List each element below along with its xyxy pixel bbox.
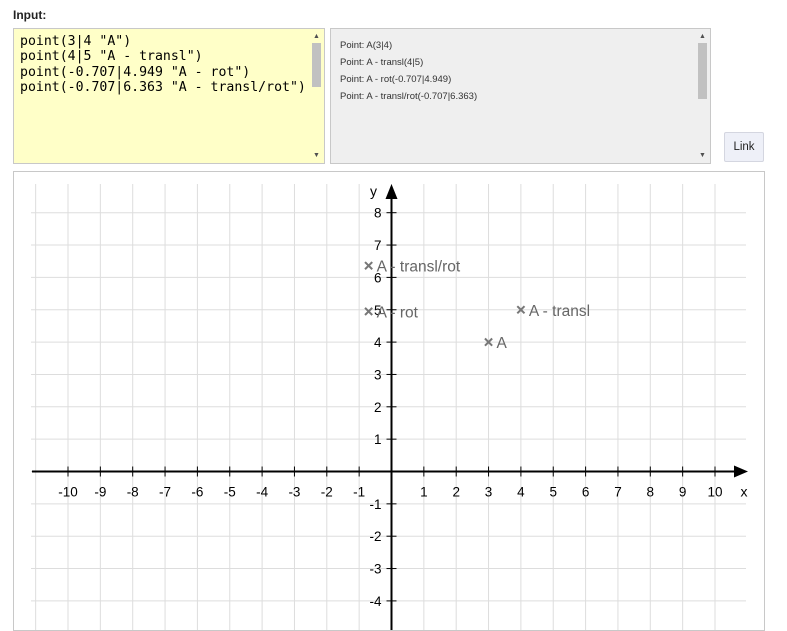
x-tick-label: 6 bbox=[582, 485, 590, 500]
x-tick-label: -10 bbox=[58, 485, 78, 500]
x-tick-label: -2 bbox=[321, 485, 333, 500]
y-tick-label: -1 bbox=[369, 497, 381, 512]
x-tick-label: -6 bbox=[191, 485, 203, 500]
x-axis-label: x bbox=[741, 484, 748, 500]
y-tick-label: -2 bbox=[369, 529, 381, 544]
x-tick-label: -7 bbox=[159, 485, 171, 500]
y-axis-arrow-icon bbox=[385, 184, 398, 199]
x-tick-label: 2 bbox=[452, 485, 460, 500]
point-label: A - transl/rot bbox=[377, 259, 461, 276]
code-line: point(-0.707|6.363 "A - transl/rot") bbox=[20, 79, 306, 95]
output-line: Point: A - transl/rot(-0.707|6.363) bbox=[340, 91, 478, 102]
x-tick-label: 1 bbox=[420, 485, 428, 500]
scroll-down-arrow-icon[interactable]: ▼ bbox=[695, 149, 710, 162]
output-scrollbar[interactable]: ▲ ▼ bbox=[695, 29, 710, 163]
point-marker[interactable] bbox=[364, 307, 373, 316]
y-tick-label: -4 bbox=[369, 594, 381, 609]
x-tick-label: 7 bbox=[614, 485, 622, 500]
y-tick-label: 4 bbox=[374, 335, 382, 350]
graph-panel[interactable]: x y -10 -9 -8 -7 -6 -5 -4 -3 -2 -1 1 2 3 4 5 6 7 8 9 10 -4 -3 -2… bbox=[13, 171, 765, 631]
x-tick-label: -8 bbox=[127, 485, 139, 500]
x-tick-label: 4 bbox=[517, 485, 525, 500]
x-tick-label: 10 bbox=[707, 485, 722, 500]
x-tick-label: -5 bbox=[224, 485, 236, 500]
output-panel: Point: A(3|4) Point: A - transl(4|5) Point… bbox=[330, 28, 711, 164]
code-text[interactable]: point(3|4 "A") point(4|5 "A - transl") p… bbox=[20, 34, 306, 95]
x-tick-label: 3 bbox=[485, 485, 493, 500]
x-tick-label: -1 bbox=[353, 485, 365, 500]
y-axis-label: y bbox=[370, 183, 377, 199]
scroll-up-arrow-icon[interactable]: ▲ bbox=[309, 30, 324, 43]
output-lines: Point: A(3|4) Point: A - transl(4|5) Point… bbox=[340, 37, 477, 105]
x-tick-label: 9 bbox=[679, 485, 687, 500]
output-line: Point: A(3|4) bbox=[340, 40, 393, 51]
y-tick-label: -3 bbox=[369, 562, 381, 577]
y-tick-label: 1 bbox=[374, 432, 382, 447]
point-marker[interactable] bbox=[364, 261, 373, 270]
code-scrollbar[interactable]: ▲ ▼ bbox=[309, 29, 324, 163]
output-line: Point: A - rot(-0.707|4.949) bbox=[340, 74, 452, 85]
x-tick-label: -9 bbox=[94, 485, 106, 500]
y-tick-label: 7 bbox=[374, 238, 382, 253]
output-line: Point: A - transl(4|5) bbox=[340, 57, 424, 68]
x-axis-arrow-icon bbox=[734, 465, 748, 478]
y-tick-label: 8 bbox=[374, 206, 382, 221]
input-label: Input: bbox=[13, 8, 47, 22]
x-tick-label: -3 bbox=[288, 485, 300, 500]
y-tick-label: 3 bbox=[374, 367, 382, 382]
point-label: A - rot bbox=[377, 304, 419, 321]
code-input-editor[interactable]: point(3|4 "A") point(4|5 "A - transl") p… bbox=[13, 28, 325, 164]
scroll-thumb[interactable] bbox=[698, 43, 707, 99]
code-line: point(4|5 "A - transl") bbox=[20, 49, 203, 65]
x-tick-label: 8 bbox=[647, 485, 655, 500]
x-tick-label: -4 bbox=[256, 485, 268, 500]
scroll-up-arrow-icon[interactable]: ▲ bbox=[695, 30, 710, 43]
x-tick-label: 5 bbox=[549, 485, 557, 500]
point-label: A - transl bbox=[529, 303, 590, 320]
code-line: point(3|4 "A") bbox=[20, 34, 132, 49]
scroll-down-arrow-icon[interactable]: ▼ bbox=[309, 149, 324, 162]
coordinate-plot[interactable]: x y -10 -9 -8 -7 -6 -5 -4 -3 -2 -1 1 2 3 4 5 6 7 8 9 10 -4 -3 -2… bbox=[14, 172, 765, 631]
scroll-thumb[interactable] bbox=[312, 43, 321, 87]
point-label: A bbox=[497, 335, 508, 352]
link-button[interactable]: Link bbox=[724, 132, 764, 162]
y-tick-label: 2 bbox=[374, 400, 382, 415]
code-line: point(-0.707|4.949 "A - rot") bbox=[20, 64, 251, 80]
